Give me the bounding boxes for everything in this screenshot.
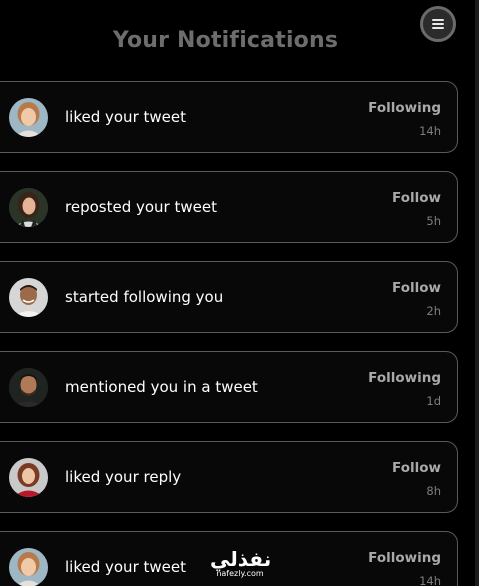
notification-card[interactable]: liked your tweet Following 14h [0,81,458,153]
avatar[interactable] [9,458,48,497]
following-button[interactable]: Following [368,100,441,116]
following-button[interactable]: Following [368,550,441,566]
menu-button[interactable] [420,6,456,42]
avatar[interactable] [9,548,48,586]
notification-text: liked your tweet [65,558,186,576]
notification-card[interactable]: mentioned you in a tweet Following 1d [0,351,458,423]
timestamp: 5h [426,214,441,228]
avatar[interactable] [9,368,48,407]
page-title: Your Notifications [112,28,339,53]
notification-text: liked your tweet [65,108,186,126]
timestamp: 14h [419,124,441,138]
notification-card[interactable]: started following you Follow 2h [0,261,458,333]
watermark-latin: nafezly.com [216,569,264,578]
notification-text: mentioned you in a tweet [65,378,258,396]
follow-button[interactable]: Follow [392,190,441,206]
watermark-logo: نفذلي nafezly.com [210,547,272,578]
scrollbar-track[interactable] [475,0,479,586]
timestamp: 1d [426,394,441,408]
hamburger-menu-icon [432,19,444,29]
follow-button[interactable]: Follow [392,460,441,476]
timestamp: 2h [426,304,441,318]
notifications-screen: Your Notifications liked your tweet Foll… [0,0,479,586]
notification-text: liked your reply [65,468,182,486]
notification-text: started following you [65,288,224,306]
avatar[interactable] [9,188,48,227]
timestamp: 14h [419,574,441,586]
following-button[interactable]: Following [368,370,441,386]
follow-button[interactable]: Follow [392,280,441,296]
notification-text: reposted your tweet [65,198,217,216]
watermark-arabic: نفذلي [210,547,272,571]
notification-card[interactable]: reposted your tweet Follow 5h [0,171,458,243]
avatar[interactable] [9,98,48,137]
timestamp: 8h [426,484,441,498]
avatar[interactable] [9,278,48,317]
notification-card[interactable]: liked your reply Follow 8h [0,441,458,513]
